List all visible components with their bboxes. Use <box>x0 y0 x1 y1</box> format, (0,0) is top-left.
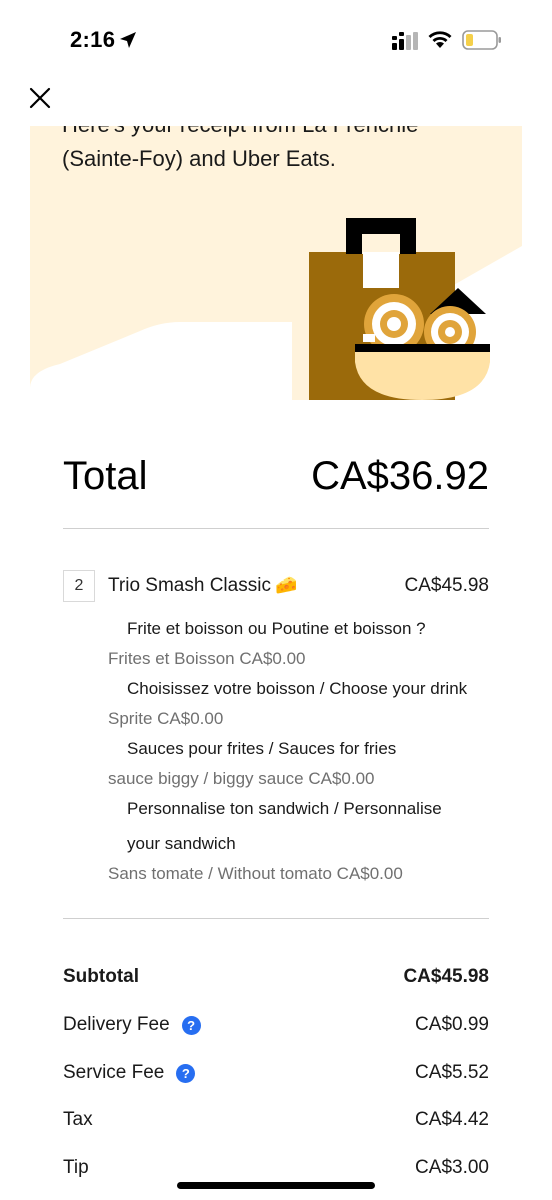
option-value: Sans tomate / Without tomato CA$0.00 <box>108 864 403 883</box>
wifi-icon <box>428 31 452 48</box>
receipt-intro-text: Here's your receipt from La Frenchie (Sa… <box>62 126 418 171</box>
tip-value: CA$3.00 <box>415 1157 489 1178</box>
help-question-icon[interactable]: ? <box>181 1015 201 1035</box>
option-value: Sprite CA$0.00 <box>108 709 224 728</box>
subtotal-value: CA$45.98 <box>403 966 489 987</box>
item-quantity: 2 <box>63 570 95 602</box>
service-fee-label: Service Fee <box>63 1062 165 1083</box>
item-name-row: Trio Smash Classic 🧀 <box>108 575 297 597</box>
close-icon[interactable] <box>26 84 54 112</box>
delivery-fee-label: Delivery Fee <box>63 1014 170 1035</box>
subtotal-label: Subtotal <box>63 966 139 987</box>
tax-label: Tax <box>63 1109 93 1130</box>
home-indicator[interactable] <box>177 1182 375 1189</box>
service-fee-value: CA$5.52 <box>415 1062 489 1083</box>
signal-icon <box>392 32 418 50</box>
status-time: 2:16 <box>70 27 116 52</box>
total-label: Total <box>63 454 148 498</box>
option-heading: Sauces pour frites / Sauces for fries <box>127 739 397 758</box>
option-heading: Choisissez votre boisson / Choose your d… <box>127 679 468 698</box>
option-value: sauce biggy / biggy sauce CA$0.00 <box>108 769 375 788</box>
delivery-fee-row: Delivery Fee ? <box>63 1014 201 1036</box>
divider <box>63 918 489 919</box>
battery-icon <box>462 30 501 50</box>
delivery-fee-value: CA$0.99 <box>415 1014 489 1035</box>
help-question-icon[interactable]: ? <box>176 1063 196 1083</box>
cheese-emoji-icon: 🧀 <box>274 575 298 595</box>
receipt-hero-banner: Here's your receipt from La Frenchie (Sa… <box>30 126 522 400</box>
tip-label: Tip <box>63 1157 89 1178</box>
location-arrow-icon <box>120 32 136 48</box>
option-heading: Personnalise ton sandwich / Personnalise <box>127 799 442 818</box>
service-fee-row: Service Fee ? <box>63 1062 196 1084</box>
status-bar: 2:16 <box>0 0 552 70</box>
option-heading-continued: your sandwich <box>127 834 236 853</box>
divider <box>63 528 489 529</box>
item-price: CA$45.98 <box>404 575 489 596</box>
option-value: Frites et Boisson CA$0.00 <box>108 649 306 668</box>
item-name: Trio Smash Classic <box>108 575 271 596</box>
option-heading: Frite et boisson ou Poutine et boisson ? <box>127 619 426 638</box>
tax-value: CA$4.42 <box>415 1109 489 1130</box>
total-value: CA$36.92 <box>311 454 489 498</box>
